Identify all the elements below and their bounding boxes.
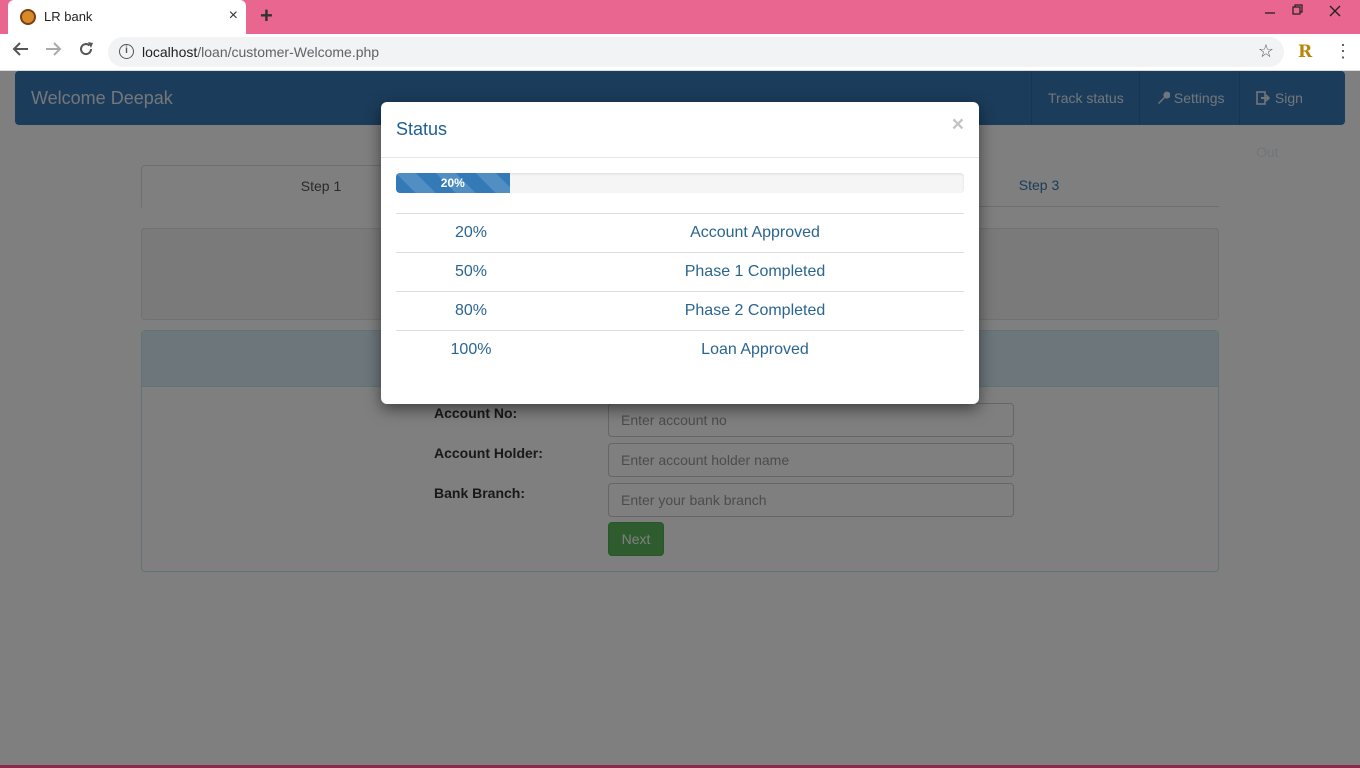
restore-icon[interactable] — [1292, 3, 1304, 19]
status-table: 20% Account Approved 50% Phase 1 Complet… — [396, 213, 964, 370]
row-status: Loan Approved — [546, 330, 964, 370]
modal-title: Status — [396, 119, 448, 139]
url-host: localhost — [142, 44, 198, 60]
extension-r-icon[interactable]: R — [1298, 42, 1312, 62]
table-row: 100% Loan Approved — [396, 330, 964, 370]
new-tab-icon[interactable]: + — [260, 5, 273, 27]
status-modal: Status × 20% 20% Account Approved 50% Ph… — [381, 102, 979, 404]
favicon-icon — [20, 9, 36, 25]
row-status: Phase 2 Completed — [546, 291, 964, 331]
menu-icon[interactable]: ⋮ — [1334, 42, 1352, 60]
row-percent: 100% — [396, 330, 546, 370]
back-icon[interactable] — [12, 40, 30, 64]
browser-toolbar: i localhost/loan/customer-Welcome.php ☆ — [0, 34, 1360, 71]
tab-close-icon[interactable]: × — [229, 7, 238, 25]
table-row: 80% Phase 2 Completed — [396, 291, 964, 331]
url-text: localhost/loan/customer-Welcome.php — [142, 44, 379, 60]
progress-bar: 20% — [396, 173, 510, 193]
browser-tab[interactable]: LR bank × — [8, 0, 246, 34]
browser-titlebar: LR bank × + — [0, 0, 1360, 34]
close-icon[interactable] — [1310, 0, 1360, 22]
reload-icon[interactable] — [77, 40, 95, 64]
url-path: /loan/customer-Welcome.php — [197, 44, 380, 60]
forward-icon[interactable] — [44, 40, 62, 64]
row-percent: 20% — [396, 213, 546, 253]
modal-header: Status × — [381, 102, 979, 158]
star-icon[interactable]: ☆ — [1258, 41, 1274, 62]
table-row: 20% Account Approved — [396, 213, 964, 253]
tab-title: LR bank — [44, 9, 93, 24]
address-bar[interactable]: i localhost/loan/customer-Welcome.php ☆ — [108, 37, 1284, 67]
info-icon[interactable]: i — [119, 44, 134, 59]
modal-close-icon[interactable]: × — [952, 114, 964, 136]
table-row: 50% Phase 1 Completed — [396, 252, 964, 292]
row-percent: 50% — [396, 252, 546, 292]
progress-track: 20% — [396, 173, 964, 193]
row-status: Phase 1 Completed — [546, 252, 964, 292]
row-percent: 80% — [396, 291, 546, 331]
row-status: Account Approved — [546, 213, 964, 253]
minimize-icon[interactable] — [1264, 3, 1276, 19]
